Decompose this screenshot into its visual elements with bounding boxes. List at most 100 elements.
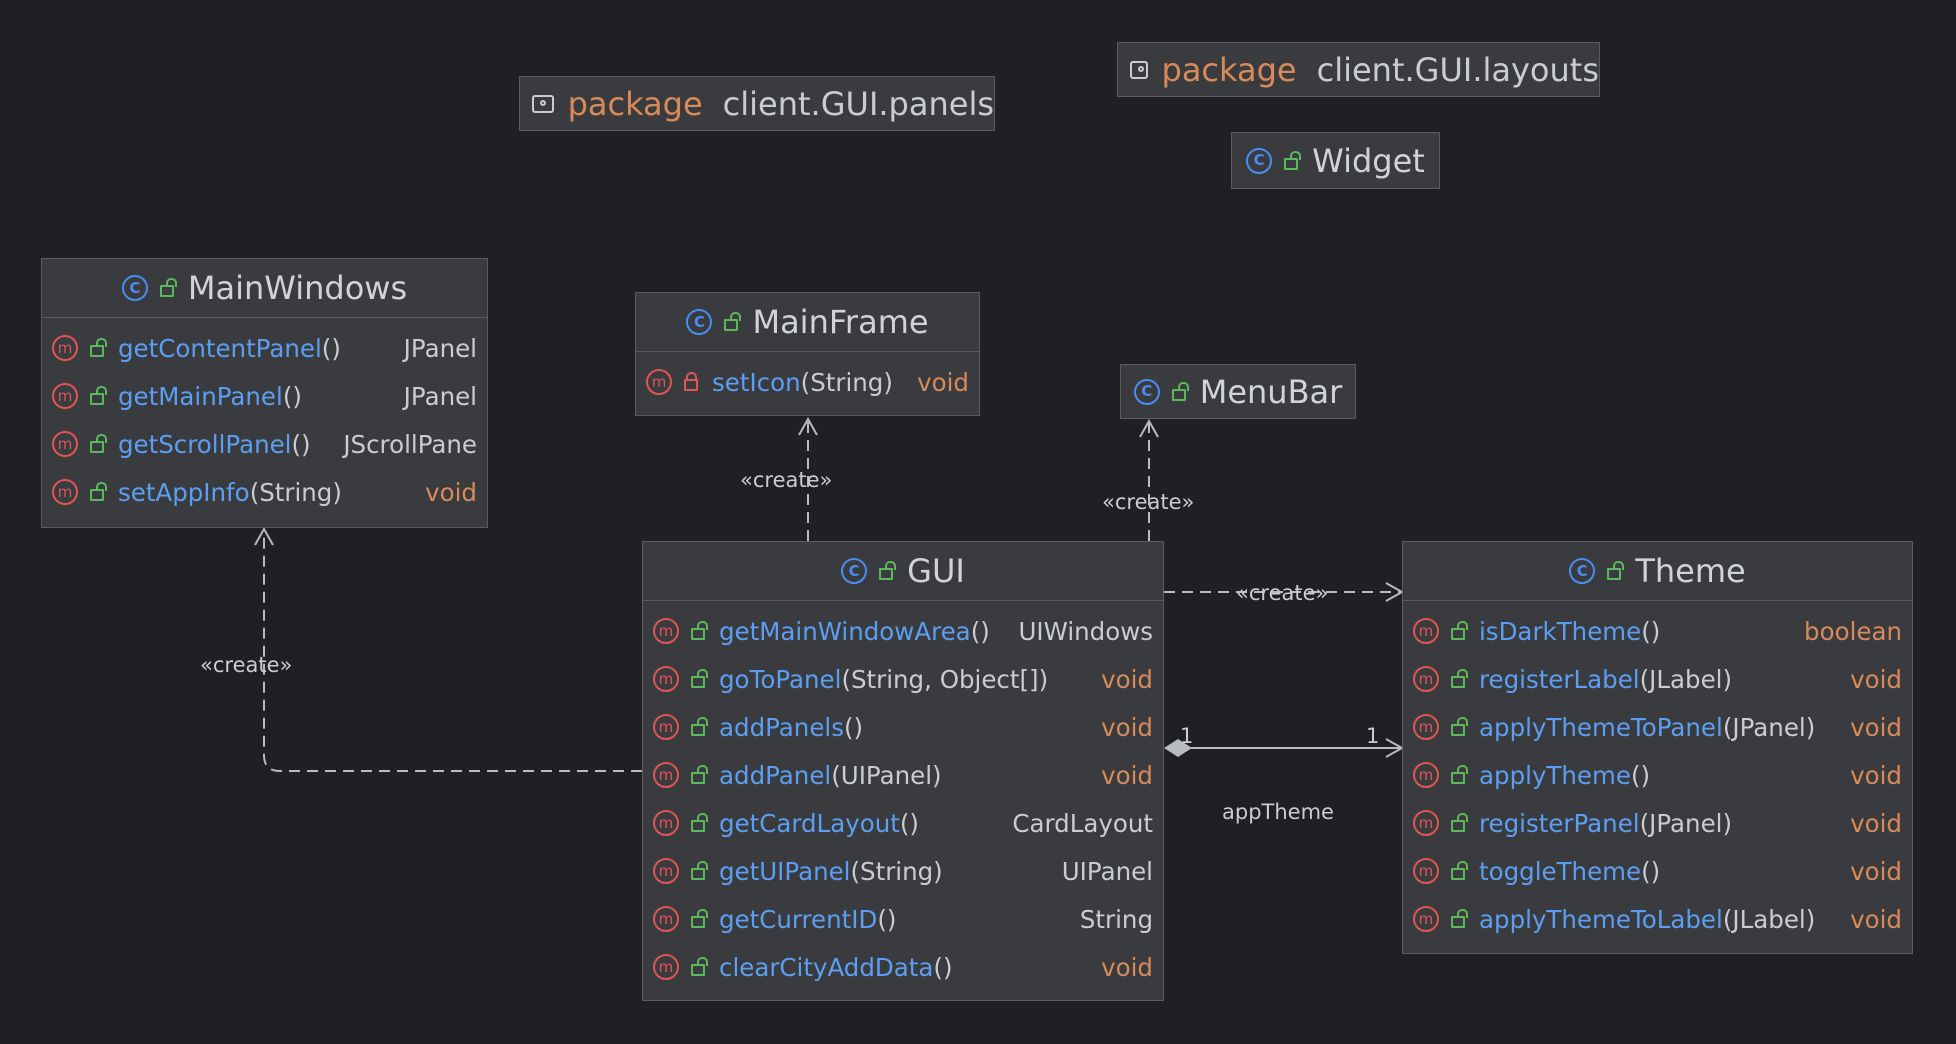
method-icon: m — [653, 906, 679, 932]
class-icon: C — [1569, 558, 1596, 584]
method-args: () — [1630, 760, 1651, 790]
class-header: C Widget — [1232, 133, 1439, 188]
method-name: getScrollPanel — [118, 429, 292, 459]
public-lock-icon — [1451, 621, 1468, 640]
return-type: UIWindows — [1018, 616, 1153, 646]
method-row[interactable]: m setAppInfo (String) void — [42, 468, 487, 516]
method-icon: m — [1413, 666, 1439, 692]
public-lock-icon — [691, 765, 708, 784]
public-lock-icon — [1451, 765, 1468, 784]
method-name: clearCityAddData — [719, 952, 934, 982]
class-mainframe[interactable]: C MainFrame m setIcon (String) void — [635, 292, 980, 416]
folder-icon — [1130, 60, 1148, 79]
return-type: void — [425, 477, 477, 507]
method-row[interactable]: m getMainWindowArea () UIWindows — [643, 607, 1163, 655]
private-lock-icon — [684, 372, 698, 391]
class-menubar[interactable]: C MenuBar — [1120, 364, 1356, 419]
method-row[interactable]: m addPanel (UIPanel) void — [643, 751, 1163, 799]
method-row[interactable]: m applyThemeToPanel (JPanel) void — [1403, 703, 1912, 751]
class-mainwindows[interactable]: C MainWindows m getContentPanel () JPane… — [41, 258, 488, 528]
method-row[interactable]: m registerLabel (JLabel) void — [1403, 655, 1912, 703]
method-name: applyTheme — [1479, 760, 1631, 790]
public-lock-icon — [1451, 669, 1468, 688]
method-name: getMainWindowArea — [719, 616, 971, 646]
folder-icon — [532, 94, 554, 113]
class-name: Widget — [1312, 141, 1425, 180]
class-icon: C — [841, 558, 868, 584]
method-row[interactable]: m registerPanel (JPanel) void — [1403, 799, 1912, 847]
method-row[interactable]: m toggleTheme () void — [1403, 847, 1912, 895]
multiplicity-left: 1 — [1180, 724, 1194, 748]
method-icon: m — [653, 618, 679, 644]
public-lock-icon — [1451, 861, 1468, 880]
multiplicity-right: 1 — [1366, 724, 1380, 748]
class-name: Theme — [1635, 552, 1746, 590]
return-type: boolean — [1804, 616, 1902, 646]
method-icon: m — [653, 762, 679, 788]
class-theme[interactable]: C Theme m isDarkTheme () boolean m regis… — [1402, 541, 1913, 954]
method-name: toggleTheme — [1479, 856, 1642, 886]
class-icon: C — [121, 275, 148, 301]
method-row[interactable]: m getMainPanel () JPanel — [42, 372, 487, 420]
return-type: void — [1850, 664, 1902, 694]
package-keyword: package — [567, 84, 703, 123]
method-name: registerLabel — [1479, 664, 1640, 694]
method-row[interactable]: m applyTheme () void — [1403, 751, 1912, 799]
method-icon: m — [52, 431, 78, 457]
method-row[interactable]: m applyThemeToLabel (JLabel) void — [1403, 895, 1912, 943]
return-type: JScrollPane — [343, 429, 477, 459]
method-row[interactable]: m getCardLayout () CardLayout — [643, 799, 1163, 847]
method-row[interactable]: m getCurrentID () String — [643, 895, 1163, 943]
return-type: UIPanel — [1061, 856, 1153, 886]
public-lock-icon — [90, 482, 107, 501]
method-row[interactable]: m clearCityAddData () void — [643, 943, 1163, 991]
method-args: () — [899, 808, 919, 838]
return-type: String — [1079, 904, 1153, 934]
class-header: C GUI — [643, 542, 1163, 601]
package-client-gui-layouts[interactable]: package client.GUI.layouts — [1117, 42, 1600, 97]
package-client-gui-panels[interactable]: package client.GUI.panels — [519, 76, 995, 131]
package-name: client.GUI.layouts — [1316, 50, 1599, 89]
public-lock-icon — [724, 312, 742, 331]
public-lock-icon — [691, 717, 708, 736]
method-icon: m — [1413, 714, 1439, 740]
method-row[interactable]: m getScrollPanel () JScrollPane — [42, 420, 487, 468]
method-args: (String) — [800, 367, 893, 397]
class-gui[interactable]: C GUI m getMainWindowArea () UIWindows m… — [642, 541, 1164, 1001]
association-label-apptheme: appTheme — [1222, 800, 1334, 824]
method-args: (UIPanel) — [831, 760, 942, 790]
package-keyword: package — [1161, 50, 1297, 89]
method-row[interactable]: m goToPanel (String, Object[]) void — [643, 655, 1163, 703]
method-args: () — [970, 616, 990, 646]
return-type: void — [1101, 760, 1153, 790]
method-args: (JLabel) — [1639, 664, 1733, 694]
method-icon: m — [653, 714, 679, 740]
method-name: getCurrentID — [719, 904, 878, 934]
method-list: m getContentPanel () JPanel m getMainPan… — [42, 318, 487, 516]
method-icon: m — [1413, 906, 1439, 932]
method-list: m getMainWindowArea () UIWindows m goToP… — [643, 601, 1163, 991]
create-edge-mainwindows — [263, 530, 642, 772]
class-widget[interactable]: C Widget — [1231, 132, 1440, 189]
method-row[interactable]: m addPanels () void — [643, 703, 1163, 751]
return-type: void — [917, 367, 969, 397]
method-args: () — [877, 904, 897, 934]
return-type: void — [1850, 712, 1902, 742]
method-row[interactable]: m getUIPanel (String) UIPanel — [643, 847, 1163, 895]
method-row[interactable]: m isDarkTheme () boolean — [1403, 607, 1912, 655]
package-name: client.GUI.panels — [722, 84, 994, 123]
method-row[interactable]: m getContentPanel () JPanel — [42, 324, 487, 372]
public-lock-icon — [1284, 150, 1302, 170]
class-icon: C — [686, 309, 713, 335]
public-lock-icon — [691, 621, 708, 640]
return-type: void — [1101, 712, 1153, 742]
method-args: () — [291, 429, 311, 459]
method-icon: m — [646, 369, 672, 395]
method-icon: m — [653, 858, 679, 884]
return-type: void — [1850, 856, 1902, 886]
method-args: () — [1641, 616, 1661, 646]
method-args: () — [282, 381, 302, 411]
public-lock-icon — [1607, 561, 1625, 580]
public-lock-icon — [691, 813, 708, 832]
method-row[interactable]: m setIcon (String) void — [636, 358, 979, 406]
